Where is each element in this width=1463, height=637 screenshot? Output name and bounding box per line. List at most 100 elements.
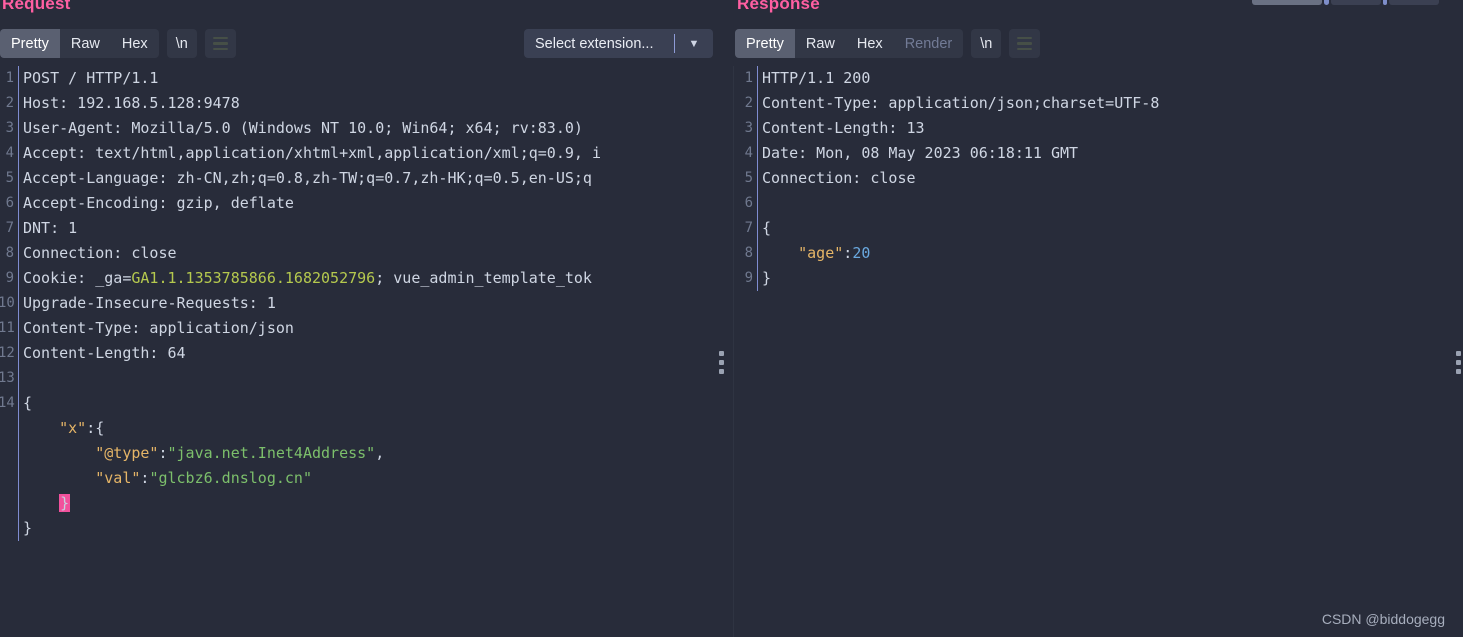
code-text: } <box>762 269 772 287</box>
code-text: Accept-Language: zh-CN,zh;q=0.8,zh-TW;q=… <box>23 169 592 187</box>
code-line: "x":{ <box>0 416 733 441</box>
response-code-lines: 1 HTTP/1.1 200 2 Content-Type: application/… <box>735 66 1463 291</box>
panel-resize-handle-right[interactable] <box>1456 351 1461 374</box>
line-number: 1 <box>5 70 14 86</box>
line-number: 3 <box>5 120 14 136</box>
code-line: 11 Content-Type: application/json <box>0 316 733 341</box>
code-line: 9 Cookie: _ga=GA1.1.1353785866.1682052796… <box>0 266 733 291</box>
code-text: Content-Length: 13 <box>762 119 925 137</box>
line-number: 4 <box>744 145 753 161</box>
code-line: 4 Accept: text/html,application/xhtml+xml… <box>0 141 733 166</box>
code-text: Content-Type: application/json <box>23 319 294 337</box>
code-text: "x":{ <box>59 419 105 437</box>
line-number: 5 <box>5 170 14 186</box>
request-editor[interactable]: 1 POST / HTTP/1.1 2 Host: 192.168.5.128:947… <box>0 66 733 637</box>
code-text: User-Agent: Mozilla/5.0 (Windows NT 10.0… <box>23 119 592 137</box>
clipped-toolbar-sliver <box>1252 0 1441 5</box>
line-number: 8 <box>744 245 753 261</box>
line-number: 7 <box>744 220 753 236</box>
code-text: { <box>762 219 772 237</box>
code-line: 1 POST / HTTP/1.1 <box>0 66 733 91</box>
code-line: 7{ <box>735 216 1463 241</box>
code-line: 6 <box>735 191 1463 216</box>
line-number: 14 <box>0 395 15 411</box>
code-line: 8 Connection: close <box>0 241 733 266</box>
panel-divider <box>733 66 734 637</box>
toolbar-segment-accent <box>1324 0 1329 5</box>
toolbar-segment <box>1331 0 1381 5</box>
code-line: 8 "age":20 <box>735 241 1463 266</box>
response-newline-button[interactable]: \n <box>971 29 1002 58</box>
line-number <box>0 491 18 516</box>
response-editor[interactable]: 1 HTTP/1.1 200 2 Content-Type: application/… <box>735 66 1463 637</box>
line-number <box>0 516 18 541</box>
panel-resize-handle-middle[interactable] <box>719 351 724 374</box>
code-text: Host: 192.168.5.128:9478 <box>23 94 240 112</box>
code-text: Cookie: _ga=GA1.1.1353785866.1682052796;… <box>23 269 592 287</box>
line-number <box>0 416 18 441</box>
code-text: Connection: close <box>23 244 177 262</box>
response-tab-hex[interactable]: Hex <box>846 29 894 58</box>
request-panel-title: Request <box>2 0 71 13</box>
response-menu-hamburger-icon[interactable] <box>1009 29 1041 58</box>
code-line: } <box>0 491 733 516</box>
code-text: "age":20 <box>798 244 871 262</box>
code-text: "@type":"java.net.Inet4Address", <box>95 444 385 462</box>
code-text: DNT: 1 <box>23 219 78 237</box>
line-number <box>0 466 18 491</box>
code-text: Content-Length: 64 <box>23 344 186 362</box>
response-tabbar: Pretty Raw Hex Render \n <box>735 29 1041 58</box>
code-line: } <box>0 516 733 541</box>
request-tab-pretty[interactable]: Pretty <box>0 29 60 58</box>
code-text: } <box>23 519 33 537</box>
code-line: 2 Content-Type: application/json;charset=… <box>735 91 1463 116</box>
code-line: 10 Upgrade-Insecure-Requests: 1 <box>0 291 733 316</box>
code-line: 5 Connection: close <box>735 166 1463 191</box>
toolbar-segment <box>1389 0 1439 5</box>
code-line: 6 Accept-Encoding: gzip, deflate <box>0 191 733 216</box>
code-line: 7 DNT: 1 <box>0 216 733 241</box>
toolbar-segment <box>1252 0 1322 5</box>
code-line: 3 Content-Length: 13 <box>735 116 1463 141</box>
code-line: 2 Host: 192.168.5.128:9478 <box>0 91 733 116</box>
line-number: 6 <box>744 195 753 211</box>
code-text: } <box>59 494 71 512</box>
toolbar-segment-accent <box>1383 0 1387 5</box>
code-line: "@type":"java.net.Inet4Address", <box>0 441 733 466</box>
code-text: Content-Type: application/json;charset=U… <box>762 94 1160 112</box>
select-extension-label: Select extension... <box>535 35 654 52</box>
code-text: { <box>23 394 33 412</box>
line-number: 9 <box>744 270 753 286</box>
line-number: 2 <box>5 95 14 111</box>
response-tab-raw[interactable]: Raw <box>795 29 846 58</box>
response-panel-title: Response <box>737 0 820 13</box>
request-menu-hamburger-icon[interactable] <box>204 29 236 58</box>
code-text: POST / HTTP/1.1 <box>23 69 159 87</box>
line-number: 1 <box>744 70 753 86</box>
response-tab-pretty[interactable]: Pretty <box>735 29 795 58</box>
code-line: 9} <box>735 266 1463 291</box>
code-text: Connection: close <box>762 169 916 187</box>
line-number: 7 <box>5 220 14 236</box>
line-number: 11 <box>0 320 15 336</box>
chevron-down-icon[interactable]: ▼ <box>675 38 713 50</box>
code-line: 13 <box>0 366 733 391</box>
select-extension-dropdown[interactable]: Select extension... ▼ <box>524 29 713 58</box>
code-text: Date: Mon, 08 May 2023 06:18:11 GMT <box>762 144 1079 162</box>
watermark: CSDN @biddogegg <box>1321 611 1445 627</box>
code-line: "val":"glcbz6.dnslog.cn" <box>0 466 733 491</box>
line-number: 3 <box>744 120 753 136</box>
request-code-lines: 1 POST / HTTP/1.1 2 Host: 192.168.5.128:947… <box>0 66 733 541</box>
request-newline-button[interactable]: \n <box>166 29 197 58</box>
line-number: 12 <box>0 345 15 361</box>
request-tab-raw[interactable]: Raw <box>60 29 111 58</box>
code-line: 14 { <box>0 391 733 416</box>
code-line: 4 Date: Mon, 08 May 2023 06:18:11 GMT <box>735 141 1463 166</box>
request-tabbar: Pretty Raw Hex \n <box>0 29 236 58</box>
line-number: 10 <box>0 295 15 311</box>
line-number: 4 <box>5 145 14 161</box>
request-tab-hex[interactable]: Hex <box>111 29 159 58</box>
line-number: 2 <box>744 95 753 111</box>
